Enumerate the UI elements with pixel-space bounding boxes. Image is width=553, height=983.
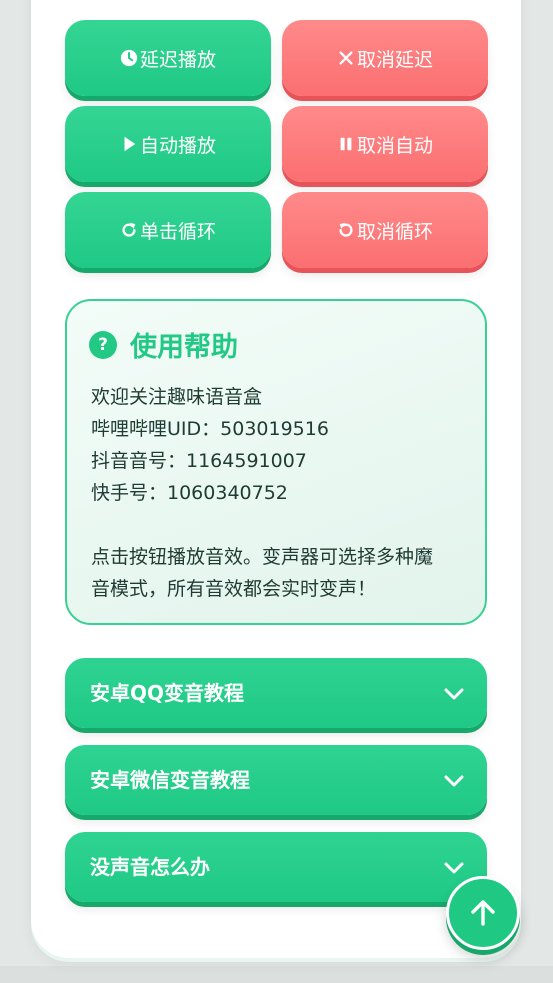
arrow-up-icon — [471, 900, 495, 926]
help-title: ? 使用帮助 — [89, 325, 238, 364]
accordion-qq-tutorial[interactable]: 安卓QQ变音教程 — [65, 658, 487, 728]
accordion-wechat-tutorial[interactable]: 安卓微信变音教程 — [65, 745, 487, 815]
clock-icon — [120, 49, 138, 67]
back-to-top-button[interactable] — [446, 876, 520, 950]
question-icon: ? — [89, 330, 117, 359]
auto-play-button[interactable]: 自动播放 — [65, 106, 271, 182]
single-loop-label: 单击循环 — [139, 220, 216, 243]
delay-play-label: 延迟播放 — [139, 48, 216, 71]
refresh-icon — [120, 221, 138, 239]
help-line-instructions-2: 音模式，所有音效都会实时变声！ — [91, 578, 377, 600]
cancel-delay-button[interactable]: 取消延迟 — [282, 20, 488, 96]
single-loop-button[interactable]: 单击循环 — [65, 192, 271, 268]
help-title-text: 使用帮助 — [130, 332, 238, 363]
page-background-bottom — [0, 966, 553, 983]
chevron-down-icon — [444, 688, 464, 700]
help-panel: ? 使用帮助 欢迎关注趣味语音盒 哔哩哔哩UID：503019516 抖音音号：… — [65, 299, 487, 625]
accordion-no-sound[interactable]: 没声音怎么办 — [65, 832, 487, 902]
help-content: 欢迎关注趣味语音盒 哔哩哔哩UID：503019516 抖音音号：1164591… — [91, 381, 433, 605]
help-line-welcome: 欢迎关注趣味语音盒 — [91, 386, 263, 408]
play-icon — [120, 135, 138, 153]
cancel-delay-label: 取消延迟 — [356, 48, 433, 71]
accordion-label: 安卓微信变音教程 — [90, 768, 250, 792]
help-line-kuaishou: 快手号：1060340752 — [91, 482, 288, 504]
help-line-instructions-1: 点击按钮播放音效。变声器可选择多种魔 — [91, 546, 434, 568]
cancel-auto-button[interactable]: 取消自动 — [282, 106, 488, 182]
delay-play-button[interactable]: 延迟播放 — [65, 20, 271, 96]
cancel-loop-button[interactable]: 取消循环 — [282, 192, 488, 268]
chevron-down-icon — [444, 775, 464, 787]
cancel-loop-label: 取消循环 — [356, 220, 433, 243]
help-line-bilibili: 哔哩哔哩UID：503019516 — [91, 418, 329, 440]
chevron-down-icon — [444, 862, 464, 874]
auto-play-label: 自动播放 — [139, 134, 216, 157]
pause-icon — [337, 135, 355, 153]
undo-icon — [337, 221, 355, 239]
accordion-label: 安卓QQ变音教程 — [90, 681, 245, 705]
help-spacer — [91, 509, 433, 541]
cancel-auto-label: 取消自动 — [356, 134, 433, 157]
help-line-douyin: 抖音音号：1164591007 — [91, 450, 307, 472]
accordion-label: 没声音怎么办 — [90, 855, 210, 879]
close-icon — [337, 49, 355, 67]
